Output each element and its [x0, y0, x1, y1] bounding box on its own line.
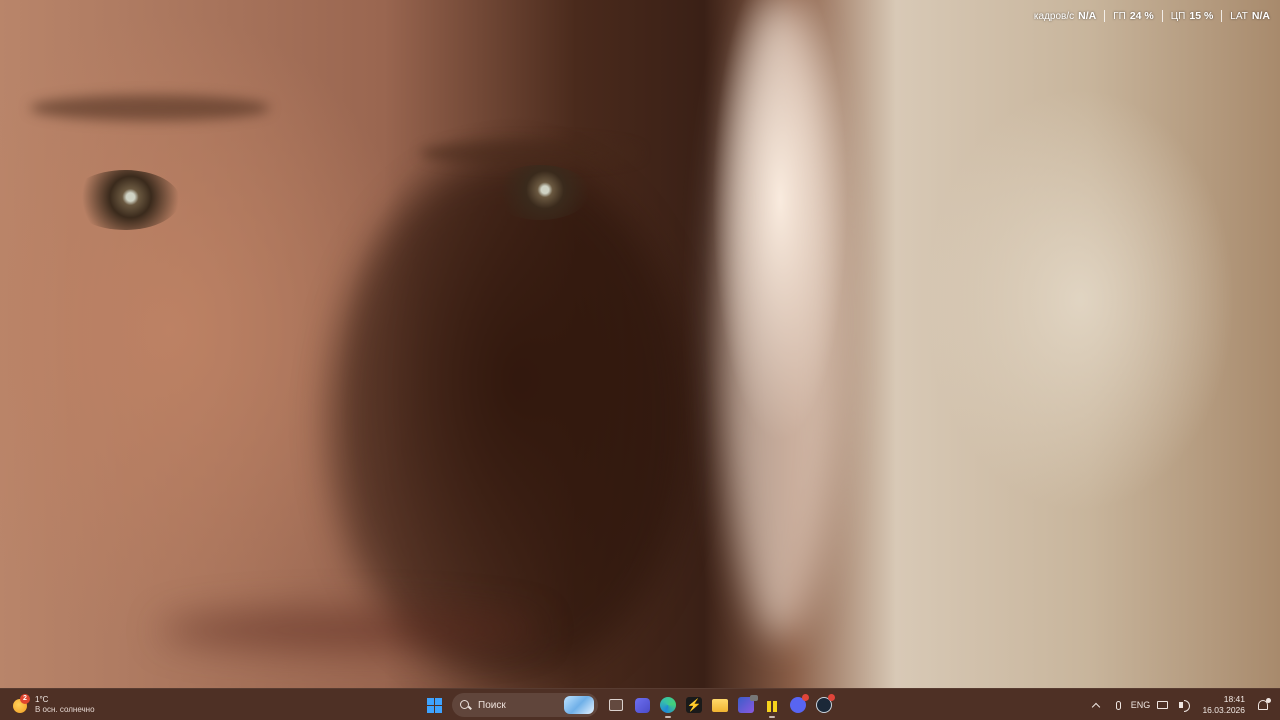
file-explorer-icon	[712, 698, 728, 712]
clock[interactable]: 18:41 16.03.2026	[1197, 694, 1250, 716]
gpu-value: 24 %	[1129, 10, 1154, 22]
windows-logo-icon	[426, 697, 442, 713]
weather-badge: 2	[20, 694, 30, 704]
task-view-button[interactable]	[604, 693, 628, 717]
yellow-app-icon	[765, 698, 779, 712]
meet-icon	[634, 697, 650, 713]
search-placeholder: Поиск	[478, 699, 506, 711]
taskbar-apps: Поиск ⚡	[422, 693, 836, 718]
system-tray: ENG 18:41 16.03.2026	[1087, 693, 1272, 717]
yellow-app-button[interactable]	[760, 693, 784, 718]
cpu-label: ЦП	[1170, 11, 1186, 22]
search-highlight-icon	[564, 696, 594, 714]
wallpaper-shadow	[330, 160, 690, 680]
app-badge	[750, 695, 758, 701]
gpu-label: ГП	[1113, 11, 1126, 22]
fps-value: N/A	[1078, 10, 1097, 22]
start-button[interactable]	[422, 693, 446, 717]
latency-stat: LAT N/A	[1221, 10, 1270, 22]
latency-value: N/A	[1251, 10, 1270, 22]
show-hidden-icons-button[interactable]	[1087, 695, 1105, 715]
wallpaper-eye-left	[70, 170, 180, 230]
wallpaper-highlight	[720, 0, 840, 640]
performance-overlay: кадров/с N/A ГП 24 % ЦП 15 % LAT N/A	[1026, 10, 1270, 22]
chevron-up-icon	[1092, 702, 1101, 711]
clock-time: 18:41	[1223, 694, 1245, 704]
wallpaper-brow-right	[420, 140, 640, 166]
wallpaper-brow-left	[30, 95, 270, 121]
search-box[interactable]: Поиск	[452, 693, 598, 717]
latency-label: LAT	[1230, 11, 1248, 22]
display-icon	[1156, 701, 1168, 709]
fps-stat: кадров/с N/A	[1026, 10, 1104, 22]
weather-widget[interactable]: 2 1°C В осн. солнечно	[12, 693, 95, 717]
search-icon	[460, 699, 471, 711]
microphone-button[interactable]	[1109, 695, 1127, 715]
gpu-stat: ГП 24 %	[1104, 10, 1162, 22]
speaker-icon	[1178, 700, 1190, 712]
cpu-stat: ЦП 15 %	[1161, 10, 1222, 22]
wallpaper-eye-right	[490, 165, 590, 220]
taskbar: 2 1°C В осн. солнечно Поиск ⚡ ENG 18:41 …	[0, 688, 1280, 720]
task-view-icon	[609, 699, 623, 711]
language-indicator[interactable]: ENG	[1131, 695, 1151, 715]
microphone-icon	[1115, 700, 1121, 710]
bolt-app-button[interactable]: ⚡	[682, 693, 706, 717]
steam-button[interactable]	[812, 693, 836, 717]
wallpaper-mouth	[160, 610, 540, 650]
steam-notification-badge	[828, 694, 835, 701]
app-button[interactable]	[734, 693, 758, 717]
cpu-value: 15 %	[1189, 10, 1214, 22]
notifications-button[interactable]	[1254, 695, 1272, 715]
fps-label: кадров/с	[1033, 11, 1075, 22]
discord-notification-badge	[802, 694, 809, 701]
display-button[interactable]	[1153, 695, 1171, 715]
volume-button[interactable]	[1175, 695, 1193, 715]
bolt-app-icon: ⚡	[686, 697, 702, 713]
file-explorer-button[interactable]	[708, 693, 732, 717]
discord-button[interactable]	[786, 693, 810, 717]
edge-icon	[660, 697, 676, 713]
notification-bell-icon	[1258, 698, 1271, 710]
desktop-wallpaper	[0, 0, 1280, 688]
edge-button[interactable]	[656, 693, 680, 718]
weather-condition: В осн. солнечно	[35, 705, 95, 714]
clock-date: 16.03.2026	[1202, 705, 1245, 715]
weather-temperature: 1°C	[35, 695, 49, 704]
weather-sun-icon: 2	[12, 694, 30, 714]
meet-button[interactable]	[630, 693, 654, 717]
